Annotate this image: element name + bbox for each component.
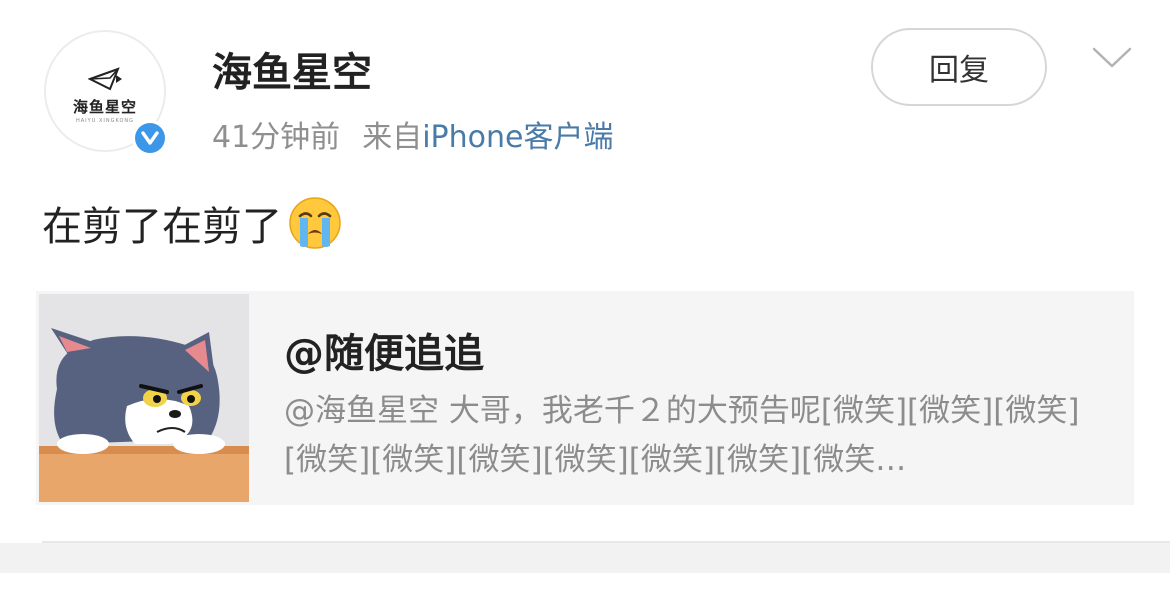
verified-badge	[132, 120, 168, 156]
source-link[interactable]: iPhone客户端	[422, 120, 613, 155]
source-prefix: 来自	[362, 120, 423, 155]
post-text: 在剪了在剪了	[42, 204, 282, 250]
author-name[interactable]: 海鱼星空	[212, 40, 372, 98]
post-content: 在剪了在剪了	[42, 194, 342, 252]
crying-emoji-icon	[289, 197, 341, 249]
footer-bar	[0, 543, 1170, 573]
quoted-text: @海鱼星空 大哥，我老千２的大预告呢[微笑][微笑][微笑][微笑][微笑][微…	[284, 393, 1080, 478]
post-timestamp: 41分钟前	[212, 120, 341, 155]
paper-plane-icon	[88, 67, 122, 91]
verified-v-icon	[141, 131, 159, 145]
cartoon-cat-image	[39, 294, 249, 502]
chevron-down-icon[interactable]	[1092, 46, 1132, 70]
avatar-logo-text: 海鱼星空	[72, 98, 137, 116]
quoted-post-card[interactable]: @随便追追 @海鱼星空 大哥，我老千２的大预告呢[微笑][微笑][微笑][微笑]…	[36, 291, 1134, 505]
post-meta: 41分钟前 来自iPhone客户端	[212, 112, 613, 156]
reply-button[interactable]: 回复	[871, 28, 1047, 106]
quoted-author[interactable]: @随便追追	[284, 321, 484, 379]
